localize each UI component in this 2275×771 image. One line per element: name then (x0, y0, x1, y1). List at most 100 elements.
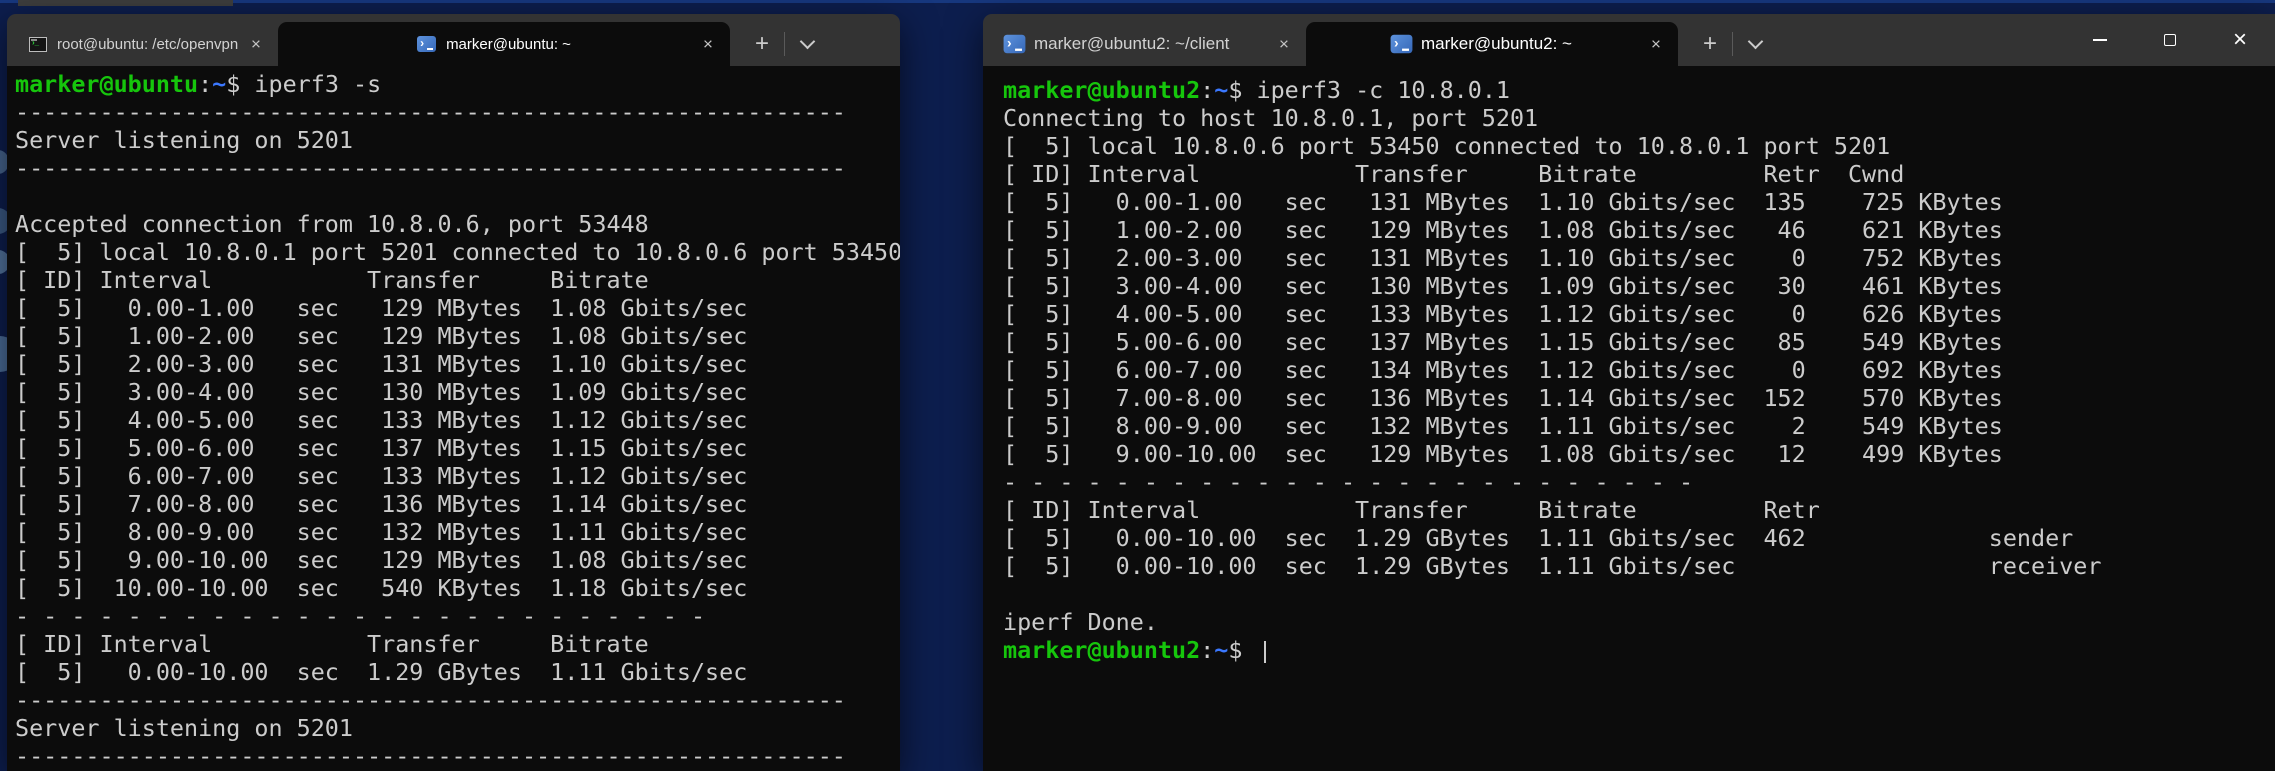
powershell-icon: › (417, 36, 436, 52)
tab-dropdown-button[interactable] (1737, 22, 1773, 66)
terminal-text: ~ (1214, 76, 1228, 104)
terminal-line: [ ID] Interval Transfer Bitrate Retr (1003, 496, 2275, 524)
tab-close-button[interactable]: × (1275, 36, 1293, 53)
terminal-text: [ 5] 2.00-3.00 sec 131 MBytes 1.10 Gbits… (1003, 244, 2003, 272)
terminal-line: [ 5] 0.00-1.00 sec 131 MBytes 1.10 Gbits… (1003, 188, 2275, 216)
terminal-text: $ (1228, 636, 1256, 664)
terminal-line: [ 5] 4.00-5.00 sec 133 MBytes 1.12 Gbits… (1003, 300, 2275, 328)
terminal-text: $ iperf3 -c 10.8.0.1 (1228, 76, 1510, 104)
minimize-button[interactable] (2065, 14, 2135, 66)
terminal-text: Server listening on 5201 (15, 714, 353, 742)
new-tab-button[interactable]: + (1692, 22, 1728, 66)
terminal-line: [ 5] local 10.8.0.6 port 53450 connected… (1003, 132, 2275, 160)
tab-close-button[interactable]: × (1647, 36, 1665, 53)
new-tab-button[interactable]: + (744, 22, 780, 66)
terminal-window-client: ›marker@ubuntu2: ~/client×›marker@ubuntu… (983, 14, 2275, 771)
terminal-line: - - - - - - - - - - - - - - - - - - - - … (15, 602, 900, 630)
terminal-line: [ ID] Interval Transfer Bitrate (15, 630, 900, 658)
terminal-text: [ 5] 10.00-10.00 sec 540 KBytes 1.18 Gbi… (15, 574, 747, 602)
terminal-line: Connecting to host 10.8.0.1, port 5201 (1003, 104, 2275, 132)
terminal-text: [ 5] 7.00-8.00 sec 136 MBytes 1.14 Gbits… (1003, 384, 2003, 412)
terminal-text: - - - - - - - - - - - - - - - - - - - - … (15, 602, 705, 630)
terminal-text: [ 5] 5.00-6.00 sec 137 MBytes 1.15 Gbits… (15, 434, 747, 462)
terminal-output-client[interactable]: marker@ubuntu2:~$ iperf3 -c 10.8.0.1Conn… (983, 66, 2275, 771)
terminal-text: : (1200, 76, 1214, 104)
tab-marker-ubuntu-[interactable]: ›marker@ubuntu: ~× (278, 22, 730, 66)
terminal-text: : (198, 70, 212, 98)
terminal-text: [ ID] Interval Transfer Bitrate Retr Cwn… (1003, 160, 1904, 188)
terminal-text: [ ID] Interval Transfer Bitrate Retr (1003, 496, 1820, 524)
terminal-line: iperf Done. (1003, 608, 2275, 636)
terminal-text: [ 5] 8.00-9.00 sec 132 MBytes 1.11 Gbits… (15, 518, 747, 546)
maximize-button[interactable] (2135, 14, 2205, 66)
terminal-line: [ 5] 5.00-6.00 sec 137 MBytes 1.15 Gbits… (15, 434, 900, 462)
terminal-text: [ 5] 1.00-2.00 sec 129 MBytes 1.08 Gbits… (15, 322, 747, 350)
minimize-icon (2093, 39, 2107, 41)
terminal-line: [ 5] 6.00-7.00 sec 134 MBytes 1.12 Gbits… (1003, 356, 2275, 384)
maximize-icon (2164, 34, 2176, 46)
terminal-text: Connecting to host 10.8.0.1, port 5201 (1003, 104, 1538, 132)
terminal-text: - - - - - - - - - - - - - - - - - - - - … (1003, 468, 1693, 496)
terminal-text: [ 5] 3.00-4.00 sec 130 MBytes 1.09 Gbits… (1003, 272, 2003, 300)
terminal-text: [ 5] 4.00-5.00 sec 133 MBytes 1.12 Gbits… (1003, 300, 2003, 328)
tabbar-divider (784, 32, 785, 56)
terminal-line (1003, 580, 2275, 608)
terminal-text: ----------------------------------------… (15, 98, 846, 126)
terminal-text: [ 5] 8.00-9.00 sec 132 MBytes 1.11 Gbits… (1003, 412, 2003, 440)
terminal-output-server[interactable]: marker@ubuntu:~$ iperf3 -s--------------… (7, 66, 900, 771)
terminal-bash-icon: ›_ (29, 37, 47, 52)
terminal-text: [ 5] 6.00-7.00 sec 133 MBytes 1.12 Gbits… (15, 462, 747, 490)
tab-strip: ›_root@ubuntu: /etc/openvpn×›marker@ubun… (15, 14, 730, 66)
close-button[interactable]: × (2205, 14, 2275, 66)
terminal-text: marker@ubuntu2 (1003, 636, 1200, 664)
terminal-text: marker@ubuntu2 (1003, 76, 1200, 104)
tab-title: root@ubuntu: /etc/openvpn (57, 36, 238, 53)
terminal-text: [ 5] 9.00-10.00 sec 129 MBytes 1.08 Gbit… (1003, 440, 2003, 468)
terminal-text: [ 5] 2.00-3.00 sec 131 MBytes 1.10 Gbits… (15, 350, 747, 378)
terminal-line: [ 5] 9.00-10.00 sec 129 MBytes 1.08 Gbit… (1003, 440, 2275, 468)
terminal-line: marker@ubuntu2:~$ iperf3 -c 10.8.0.1 (1003, 76, 2275, 104)
terminal-text: [ 5] 0.00-10.00 sec 1.29 GBytes 1.11 Gbi… (1003, 524, 2073, 552)
terminal-text: [ 5] 5.00-6.00 sec 137 MBytes 1.15 Gbits… (1003, 328, 2003, 356)
tab-marker-ubuntu2-client[interactable]: ›marker@ubuntu2: ~/client× (991, 22, 1306, 66)
tab-title: marker@ubuntu2: ~/client (1034, 34, 1229, 54)
terminal-text: iperf Done. (1003, 608, 1158, 636)
tab-root-ubuntu-etc-openvpn[interactable]: ›_ root@ubuntu: /etc/openvpn × (15, 22, 278, 66)
terminal-line: marker@ubuntu2:~$ (1003, 636, 2275, 664)
tab-close-button[interactable]: × (699, 36, 717, 53)
terminal-cursor (1264, 641, 1266, 663)
tab-close-button[interactable]: × (247, 36, 265, 53)
terminal-text: ----------------------------------------… (15, 154, 846, 182)
terminal-line: ----------------------------------------… (15, 742, 900, 770)
terminal-line: [ ID] Interval Transfer Bitrate Retr Cwn… (1003, 160, 2275, 188)
terminal-text: [ 5] 0.00-10.00 sec 1.29 GBytes 1.11 Gbi… (1003, 552, 2101, 580)
terminal-text: ~ (212, 70, 226, 98)
terminal-line: [ 5] 4.00-5.00 sec 133 MBytes 1.12 Gbits… (15, 406, 900, 434)
terminal-line: [ 5] 1.00-2.00 sec 129 MBytes 1.08 Gbits… (15, 322, 900, 350)
terminal-line: [ 5] 6.00-7.00 sec 133 MBytes 1.12 Gbits… (15, 462, 900, 490)
terminal-line: [ 5] 2.00-3.00 sec 131 MBytes 1.10 Gbits… (15, 350, 900, 378)
terminal-line: [ 5] 3.00-4.00 sec 130 MBytes 1.09 Gbits… (15, 378, 900, 406)
terminal-line: [ 5] 0.00-10.00 sec 1.29 GBytes 1.11 Gbi… (1003, 552, 2275, 580)
terminal-text: : (1200, 636, 1214, 664)
tab-bar: ›_root@ubuntu: /etc/openvpn×›marker@ubun… (7, 14, 900, 66)
tab-bar: ›marker@ubuntu2: ~/client×›marker@ubuntu… (983, 14, 2275, 66)
tab-strip: ›marker@ubuntu2: ~/client×›marker@ubuntu… (991, 14, 1678, 66)
terminal-text: [ 5] 1.00-2.00 sec 129 MBytes 1.08 Gbits… (1003, 216, 2003, 244)
terminal-text: [ 5] 0.00-1.00 sec 131 MBytes 1.10 Gbits… (1003, 188, 2003, 216)
tab-dropdown-button[interactable] (789, 22, 825, 66)
terminal-line: [ 5] 0.00-1.00 sec 129 MBytes 1.08 Gbits… (15, 294, 900, 322)
terminal-text: [ 5] 6.00-7.00 sec 134 MBytes 1.12 Gbits… (1003, 356, 2003, 384)
terminal-text: [ 5] 3.00-4.00 sec 130 MBytes 1.09 Gbits… (15, 378, 747, 406)
tab-marker-ubuntu2-[interactable]: ›marker@ubuntu2: ~× (1306, 22, 1678, 66)
powershell-icon: › (1391, 35, 1413, 53)
terminal-line: ----------------------------------------… (15, 686, 900, 714)
terminal-line (15, 182, 900, 210)
terminal-text: [ 5] 0.00-1.00 sec 129 MBytes 1.08 Gbits… (15, 294, 747, 322)
terminal-text: [ 5] 4.00-5.00 sec 133 MBytes 1.12 Gbits… (15, 406, 747, 434)
terminal-line: Server listening on 5201 (15, 714, 900, 742)
terminal-text: ----------------------------------------… (15, 742, 846, 770)
window-controls: × (2065, 14, 2275, 66)
terminal-line: Server listening on 5201 (15, 126, 900, 154)
background-window-fragment (18, 0, 233, 6)
